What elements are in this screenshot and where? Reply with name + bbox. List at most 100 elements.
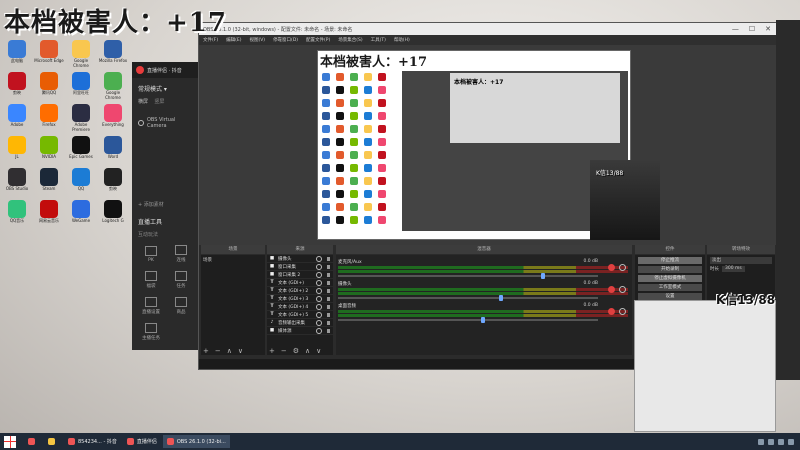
lock-icon[interactable] bbox=[327, 296, 330, 301]
remove-icon[interactable]: − bbox=[281, 347, 287, 355]
source-item[interactable]: ■ 摄像头 bbox=[267, 255, 333, 263]
volume-fader[interactable] bbox=[338, 317, 598, 323]
eye-icon[interactable] bbox=[316, 319, 322, 326]
menu-item[interactable]: 停靠窗口(D) bbox=[273, 37, 298, 43]
tool-tile[interactable]: 直播设置 bbox=[138, 297, 164, 315]
desktop-icon[interactable]: OBS Studio bbox=[2, 168, 32, 196]
tool-tile[interactable]: 连线 bbox=[168, 245, 194, 263]
taskbar-item[interactable] bbox=[24, 435, 42, 448]
desktop-icon[interactable]: JL bbox=[2, 136, 32, 164]
audio-mixer[interactable]: 麦克风/Aux 0.0 dB 摄像头 0.0 dB 桌面音频 0.0 dB bbox=[336, 255, 632, 355]
source-item[interactable]: OBS Virtual Camera bbox=[132, 114, 202, 132]
eye-icon[interactable] bbox=[316, 295, 322, 302]
source-item[interactable]: T 文本 (GDI+) 5 bbox=[267, 311, 333, 319]
sources-list[interactable]: ■ 摄像头 ■ 窗口采集 ■ 窗口采集 2 T 文本 (GDI+) T 文本 (GDI+) 2T文… bbox=[267, 255, 333, 355]
lock-icon[interactable] bbox=[327, 288, 330, 293]
eye-icon[interactable] bbox=[138, 120, 144, 126]
duration-input[interactable]: 300 ms bbox=[722, 266, 745, 272]
taskbar-item[interactable]: 直播伴侣 bbox=[123, 435, 161, 448]
desktop-icon[interactable]: Logitech G bbox=[98, 200, 128, 228]
tool-tile[interactable]: 任务 bbox=[168, 271, 194, 289]
eye-icon[interactable] bbox=[316, 263, 322, 270]
move-up-icon[interactable]: ∧ bbox=[227, 347, 232, 355]
obs-preview[interactable]: 本档被害人：+17 本档被害人：+17 bbox=[317, 50, 631, 240]
source-item[interactable]: ■ 媒体源 bbox=[267, 327, 333, 335]
eye-icon[interactable] bbox=[316, 303, 322, 310]
minimize-button[interactable]: — bbox=[732, 25, 739, 33]
gear-icon[interactable] bbox=[619, 286, 626, 293]
source-item[interactable]: T 文本 (GDI+) bbox=[267, 279, 333, 287]
tray-icon[interactable] bbox=[758, 438, 764, 445]
fader-knob[interactable] bbox=[499, 295, 504, 301]
desktop-icon[interactable]: Google Chrome bbox=[66, 40, 96, 68]
eye-icon[interactable] bbox=[316, 279, 322, 286]
source-item[interactable]: ♪ 音频输出采集 bbox=[267, 319, 333, 327]
control-button[interactable]: 停止推流 bbox=[638, 257, 702, 264]
desktop-icon[interactable]: 阿里旺旺 bbox=[66, 72, 96, 100]
eye-icon[interactable] bbox=[316, 327, 322, 334]
desktop-icon[interactable]: Adobe Premiere bbox=[66, 104, 96, 132]
volume-fader[interactable] bbox=[338, 295, 598, 301]
source-item[interactable]: T 文本 (GDI+) 2 bbox=[267, 287, 333, 295]
desktop-icon[interactable]: Steam bbox=[34, 168, 64, 196]
remove-icon[interactable]: − bbox=[215, 347, 221, 355]
tool-tile[interactable]: 商品 bbox=[168, 297, 194, 315]
menu-item[interactable]: 视图(V) bbox=[249, 37, 265, 43]
desktop-icon[interactable]: 剪映 bbox=[2, 72, 32, 100]
tray-icon[interactable] bbox=[768, 438, 774, 445]
menu-item[interactable]: 场景集合(S) bbox=[338, 37, 362, 43]
tool-tile[interactable]: 主播任务 bbox=[138, 323, 164, 341]
lock-icon[interactable] bbox=[327, 272, 330, 277]
tray-icon[interactable] bbox=[778, 438, 784, 445]
taskbar-item[interactable] bbox=[44, 435, 62, 448]
eye-icon[interactable] bbox=[316, 255, 322, 262]
add-icon[interactable]: + bbox=[269, 347, 275, 355]
desktop-icon[interactable]: 腾讯QQ bbox=[34, 72, 64, 100]
menu-item[interactable]: 工具(T) bbox=[371, 37, 386, 43]
taskbar-item[interactable]: OBS 26.1.0 (32-bi... bbox=[162, 435, 230, 448]
lock-icon[interactable] bbox=[327, 320, 330, 325]
move-down-icon[interactable]: ∨ bbox=[316, 347, 321, 355]
orientation-tabs[interactable]: 横屏 竖屏 bbox=[132, 95, 202, 108]
tab-landscape[interactable]: 横屏 bbox=[138, 99, 148, 105]
desktop-icon[interactable]: 剪映 bbox=[98, 168, 128, 196]
eye-icon[interactable] bbox=[316, 287, 322, 294]
mode-select[interactable]: 常规模式 ▾ bbox=[132, 78, 202, 95]
lock-icon[interactable] bbox=[327, 256, 330, 261]
menu-item[interactable]: 帮助(H) bbox=[394, 37, 410, 43]
eye-icon[interactable] bbox=[316, 271, 322, 278]
desktop-icon[interactable]: Epic Games bbox=[66, 136, 96, 164]
transition-select[interactable]: 淡出 bbox=[710, 257, 772, 264]
source-item[interactable]: ■ 窗口采集 2 bbox=[267, 271, 333, 279]
desktop-icon[interactable]: 网易云音乐 bbox=[34, 200, 64, 228]
desktop-icon[interactable]: Microsoft Edge bbox=[34, 40, 64, 68]
taskbar-item[interactable]: 854234... - 抖音 bbox=[64, 435, 121, 448]
lock-icon[interactable] bbox=[327, 280, 330, 285]
tool-tile[interactable]: 福袋 bbox=[138, 271, 164, 289]
desktop-icon[interactable]: Mozilla Firefox bbox=[98, 40, 128, 68]
start-button[interactable] bbox=[4, 435, 16, 448]
lock-icon[interactable] bbox=[327, 312, 330, 317]
source-item[interactable]: T 文本 (GDI+) 3 bbox=[267, 295, 333, 303]
add-material-button[interactable]: + 添加素材 bbox=[132, 198, 202, 211]
source-item[interactable]: T 文本 (GDI+) 4 bbox=[267, 303, 333, 311]
gear-icon[interactable] bbox=[619, 308, 626, 315]
close-button[interactable]: ✕ bbox=[765, 25, 771, 33]
desktop-icon[interactable]: Adobe bbox=[2, 104, 32, 132]
fader-knob[interactable] bbox=[481, 317, 485, 323]
live-companion-window[interactable]: 直播伴侣 · 抖音 常规模式 ▾ 横屏 竖屏 OBS Virtual Camer… bbox=[132, 62, 202, 350]
speaker-icon[interactable] bbox=[608, 286, 615, 293]
control-button[interactable]: 停止虚拟摄像机 bbox=[638, 275, 702, 282]
tray-icon[interactable] bbox=[788, 438, 794, 445]
gear-icon[interactable]: ⚙ bbox=[293, 347, 299, 355]
scene-item[interactable]: 场景 bbox=[203, 257, 263, 263]
desktop-icon[interactable]: WeGame bbox=[66, 200, 96, 228]
control-button[interactable]: 开始录制 bbox=[638, 266, 702, 273]
tool-tile[interactable]: PK bbox=[138, 246, 164, 263]
desktop-icon[interactable]: QQ音乐 bbox=[2, 200, 32, 228]
desktop-icon[interactable]: Everything bbox=[98, 104, 128, 132]
menu-item[interactable]: 编辑(E) bbox=[226, 37, 241, 43]
move-up-icon[interactable]: ∧ bbox=[305, 347, 310, 355]
desktop-icon[interactable]: Firefox bbox=[34, 104, 64, 132]
desktop-icon[interactable]: Google Chrome bbox=[98, 72, 128, 100]
